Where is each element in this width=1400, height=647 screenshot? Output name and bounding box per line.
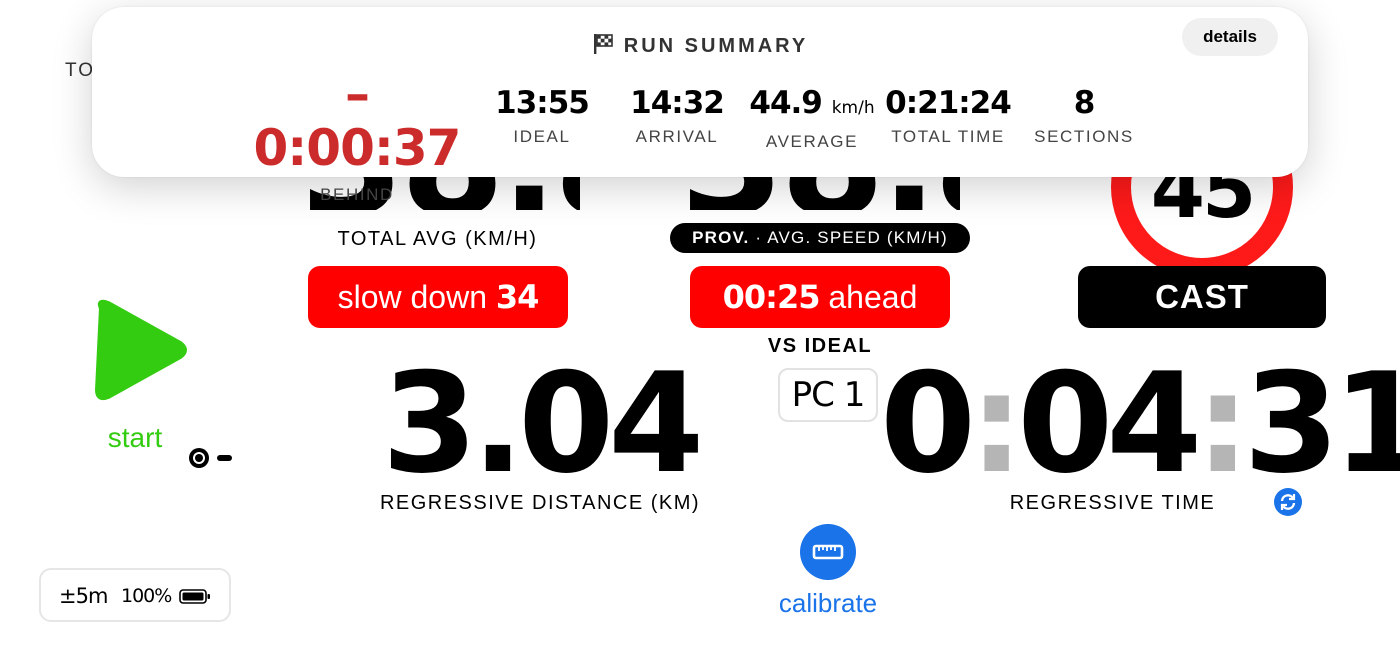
prov-avg-label: PROV. · AVG. SPEED (KM/H) [670,223,970,253]
behind-label: BEHIND [320,185,394,204]
details-button[interactable]: details [1182,18,1278,56]
arrival-stat: 14:32 ARRIVAL [617,85,737,147]
record-toggle-icon[interactable] [187,446,233,470]
battery-percent: 100% [121,585,172,607]
time-hours: 0 [880,343,976,504]
top-left-label: TO [65,60,96,81]
start-label[interactable]: start [100,422,170,454]
slow-down-value: 34 [495,278,540,316]
regressive-distance-value: 3.04 [381,343,705,504]
checkpoint-badge[interactable]: PC 1 [778,368,878,422]
sections-label: SECTIONS [1034,127,1134,146]
play-icon [95,299,187,401]
ideal-value: 13:55 [495,85,590,121]
total-time-stat: 0:21:24 TOTAL TIME [882,85,1014,147]
average-stat: 44.9 km/h AVERAGE [742,85,882,152]
ideal-label: IDEAL [513,127,571,146]
average-value: 44.9 [749,85,822,121]
checkered-flag-icon [593,34,613,54]
sections-stat: 8 SECTIONS [1024,85,1144,147]
behind-stat: –0:00:37 BEHIND [252,67,462,205]
prov-prefix: PROV. [692,228,750,247]
average-label: AVERAGE [765,132,859,151]
arrival-label: ARRIVAL [635,127,719,146]
ahead-text: ahead [819,279,918,315]
play-button[interactable] [94,298,190,402]
time-sep-1: : [969,343,1024,504]
cast-button[interactable]: CAST [1078,266,1326,328]
run-summary-card: RUN SUMMARY details –0:00:37 BEHIND 13:5… [92,7,1308,204]
sync-icon[interactable] [1274,488,1302,516]
ideal-stat: 13:55 IDEAL [482,85,602,147]
regressive-distance-label: REGRESSIVE DISTANCE (KM) [379,492,701,514]
ahead-button[interactable]: 00:25 ahead [690,266,950,328]
slow-down-text: slow down [337,279,496,315]
time-seconds: 31 [1243,343,1400,504]
ahead-value: 00:25 [722,278,821,316]
arrival-value: 14:32 [630,85,725,121]
gps-status: ±5m 100% [39,568,231,622]
slow-down-button[interactable]: slow down 34 [308,266,568,328]
regressive-time-value: 0:04:31 [880,354,1400,494]
total-time-value: 0:21:24 [885,85,1012,121]
calibrate-label[interactable]: calibrate [758,588,898,619]
summary-title-text: RUN SUMMARY [623,35,809,57]
regressive-time-label: REGRESSIVE TIME [1009,492,1216,514]
calibrate-button[interactable] [800,524,856,580]
time-minutes: 04 [1017,343,1202,504]
prov-suffix: · AVG. SPEED (KM/H) [749,228,948,247]
battery-icon [179,589,210,604]
total-time-label: TOTAL TIME [891,127,1005,146]
ruler-icon [812,544,844,560]
average-unit: km/h [831,98,875,118]
time-sep-2: : [1195,343,1250,504]
summary-title: RUN SUMMARY [92,33,1308,58]
sections-value: 8 [1073,85,1096,121]
total-avg-label: TOTAL AVG (KM/H) [337,228,538,250]
behind-value: –0:00:37 [253,65,462,177]
gps-accuracy: ±5m [59,584,108,608]
